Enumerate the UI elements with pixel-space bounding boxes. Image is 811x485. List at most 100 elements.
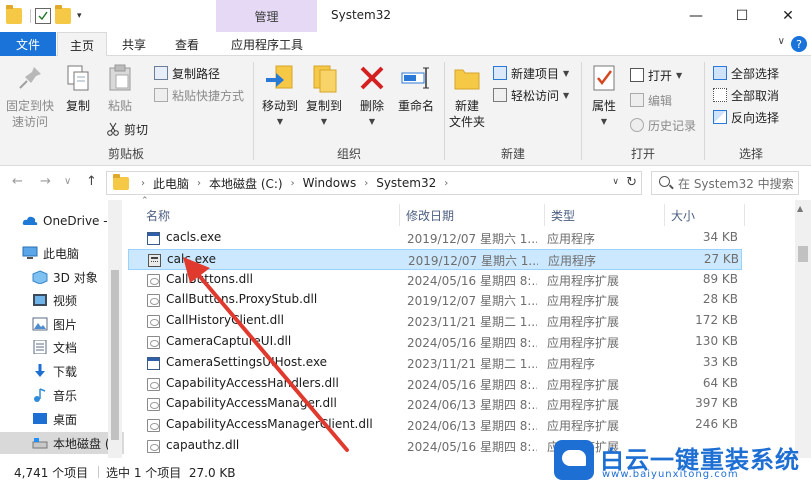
- tab-manage-context[interactable]: 管理: [216, 0, 317, 32]
- select-all-button[interactable]: 全部选择: [713, 64, 779, 82]
- file-row[interactable]: CallHistoryClient.dll 2023/11/21 星期二 1...…: [128, 311, 742, 332]
- select-none-button[interactable]: 全部取消: [713, 86, 779, 104]
- copy-to-button[interactable]: 复制到 ▼: [304, 62, 344, 130]
- rename-button[interactable]: 重命名: [394, 62, 438, 114]
- tab-app-tools[interactable]: 应用程序工具: [218, 32, 316, 56]
- minimize-button[interactable]: —: [673, 0, 719, 32]
- scroll-up-icon[interactable]: ▲: [797, 204, 803, 213]
- edit-button[interactable]: 编辑: [630, 91, 672, 109]
- group-label-select: 选择: [738, 147, 763, 161]
- breadcrumb-windows[interactable]: Windows: [301, 176, 359, 190]
- new-folder-icon[interactable]: [55, 5, 71, 24]
- column-header-date[interactable]: 修改日期: [406, 204, 454, 226]
- properties-label: 属性: [591, 99, 616, 113]
- column-header-type[interactable]: 类型: [551, 204, 575, 226]
- nav-item-onedrive[interactable]: OneDrive - ...: [0, 210, 124, 232]
- address-dropdown-icon[interactable]: ∨: [612, 177, 619, 187]
- refresh-icon[interactable]: ↻: [626, 175, 637, 190]
- file-row[interactable]: CallButtons.ProxyStub.dll 2019/12/07 星期六 …: [128, 290, 742, 311]
- forward-button[interactable]: →: [40, 174, 51, 189]
- search-icon: [659, 176, 670, 187]
- file-row[interactable]: CameraSettingsUIHost.exe 2023/11/21 星期二 1…: [128, 353, 742, 374]
- dll-file-icon: [147, 398, 160, 412]
- breadcrumb-separator: ›: [444, 177, 449, 189]
- nav-item-documents[interactable]: 文档: [0, 336, 124, 358]
- chevron-down-icon: ▼: [676, 70, 683, 80]
- search-placeholder: 在 System32 中搜索: [678, 176, 794, 191]
- close-button[interactable]: ✕: [765, 0, 811, 32]
- copy-to-label: 复制到: [305, 99, 342, 113]
- file-row[interactable]: calc.exe 2019/12/07 星期六 1... 应用程序 27 KB: [128, 248, 742, 270]
- history-button[interactable]: 历史记录: [630, 116, 696, 134]
- back-button[interactable]: ←: [12, 174, 23, 189]
- move-to-button[interactable]: 移动到 ▼: [260, 62, 300, 130]
- file-date: 2024/05/16 星期四 8:...: [407, 377, 537, 392]
- tab-view[interactable]: 查看: [162, 32, 212, 56]
- pin-icon: [14, 62, 46, 94]
- chevron-down-icon: ▼: [368, 117, 376, 126]
- file-row[interactable]: CallButtons.dll 2024/05/16 星期四 8:... 应用程序扩…: [128, 270, 742, 291]
- paste-icon: [104, 62, 136, 94]
- cut-button[interactable]: 剪切: [106, 120, 148, 138]
- column-header-size[interactable]: 大小: [671, 204, 695, 226]
- tab-share[interactable]: 共享: [110, 32, 158, 56]
- rename-label: 重命名: [397, 99, 434, 113]
- file-row[interactable]: CapabilityAccessManagerClient.dll 2024/06…: [128, 415, 742, 436]
- copy-path-button[interactable]: 复制路径: [154, 64, 220, 82]
- up-button[interactable]: ↑: [86, 174, 97, 189]
- ribbon-group-new: 新建 文件夹 新建项目 ▼ 轻松访问 ▼ 新建: [445, 56, 581, 166]
- maximize-button[interactable]: ☐: [719, 0, 765, 32]
- search-input[interactable]: 在 System32 中搜索: [651, 171, 799, 195]
- properties-button[interactable]: 属性 ▼: [586, 62, 622, 130]
- file-row[interactable]: CapabilityAccessHandlers.dll 2024/05/16 星…: [128, 374, 742, 395]
- file-name: CameraSettingsUIHost.exe: [166, 354, 328, 369]
- nav-item-local-disk[interactable]: 本地磁盘 (: [0, 432, 124, 454]
- tab-home[interactable]: 主页: [57, 32, 107, 57]
- tab-file[interactable]: 文件: [0, 32, 56, 56]
- pictures-icon: [32, 317, 48, 331]
- exe-file-icon: [147, 356, 160, 370]
- open-label: 打开: [648, 68, 673, 83]
- easy-access-button[interactable]: 轻松访问 ▼: [493, 86, 569, 104]
- nav-item-this-pc[interactable]: 此电脑: [0, 242, 124, 264]
- nav-item-downloads[interactable]: 下载: [0, 360, 124, 382]
- invert-selection-button[interactable]: 反向选择: [713, 108, 779, 126]
- properties-icon[interactable]: [35, 8, 51, 24]
- breadcrumb-system32[interactable]: System32: [374, 176, 438, 190]
- paste-button[interactable]: 粘贴: [102, 62, 138, 114]
- file-list-scrollbar[interactable]: [795, 200, 811, 458]
- breadcrumb-local-disk[interactable]: 本地磁盘 (C:): [207, 175, 285, 192]
- breadcrumb-this-pc[interactable]: 此电脑: [151, 175, 191, 192]
- nav-item-videos[interactable]: 视频: [0, 289, 124, 311]
- ribbon-expand-icon[interactable]: ∨: [778, 36, 785, 47]
- file-row[interactable]: cacls.exe 2019/12/07 星期六 1... 应用程序 34 KB: [128, 228, 742, 249]
- nav-item-pictures[interactable]: 图片: [0, 313, 124, 335]
- help-icon[interactable]: ?: [791, 36, 807, 52]
- new-folder-button[interactable]: 新建 文件夹: [447, 62, 487, 130]
- pin-quick-access-button[interactable]: 固定到快 速访问: [4, 62, 56, 130]
- nav-item-music[interactable]: 音乐: [0, 384, 124, 406]
- file-type: 应用程序: [547, 356, 596, 371]
- file-date: 2024/05/16 星期四 8:...: [407, 336, 537, 350]
- file-row[interactable]: CapabilityAccessManager.dll 2024/06/13 星期…: [128, 394, 742, 415]
- delete-button[interactable]: 删除 ▼: [354, 62, 390, 130]
- column-header-name[interactable]: 名称: [146, 204, 170, 226]
- recent-locations-button[interactable]: ∨: [64, 176, 71, 187]
- paste-shortcut-button[interactable]: 粘贴快捷方式: [154, 86, 244, 104]
- open-button[interactable]: 打开 ▼: [630, 66, 682, 84]
- customize-quick-access-icon[interactable]: ▾: [77, 11, 82, 21]
- copy-to-icon: [308, 62, 340, 94]
- nav-item-desktop[interactable]: 桌面: [0, 408, 124, 430]
- navpane-scroll-thumb[interactable]: [111, 270, 119, 440]
- new-item-button[interactable]: 新建项目 ▼: [493, 64, 569, 82]
- nav-item-3d-objects[interactable]: 3D 对象: [0, 266, 124, 288]
- paste-shortcut-label: 粘贴快捷方式: [172, 88, 245, 103]
- ribbon-tab-bar: 文件 主页 共享 查看 应用程序工具: [0, 32, 811, 57]
- copy-button[interactable]: 复制: [60, 62, 96, 114]
- file-list-scroll-thumb[interactable]: [798, 246, 808, 262]
- file-date: 2024/05/16 星期四 8:...: [407, 440, 537, 454]
- file-row[interactable]: CameraCaptureUI.dll 2024/05/16 星期四 8:... 应…: [128, 332, 742, 353]
- edit-icon: [630, 93, 644, 107]
- address-bar[interactable]: › 此电脑 › 本地磁盘 (C:) › Windows › System32 ›…: [106, 171, 642, 195]
- computer-icon: [22, 246, 38, 260]
